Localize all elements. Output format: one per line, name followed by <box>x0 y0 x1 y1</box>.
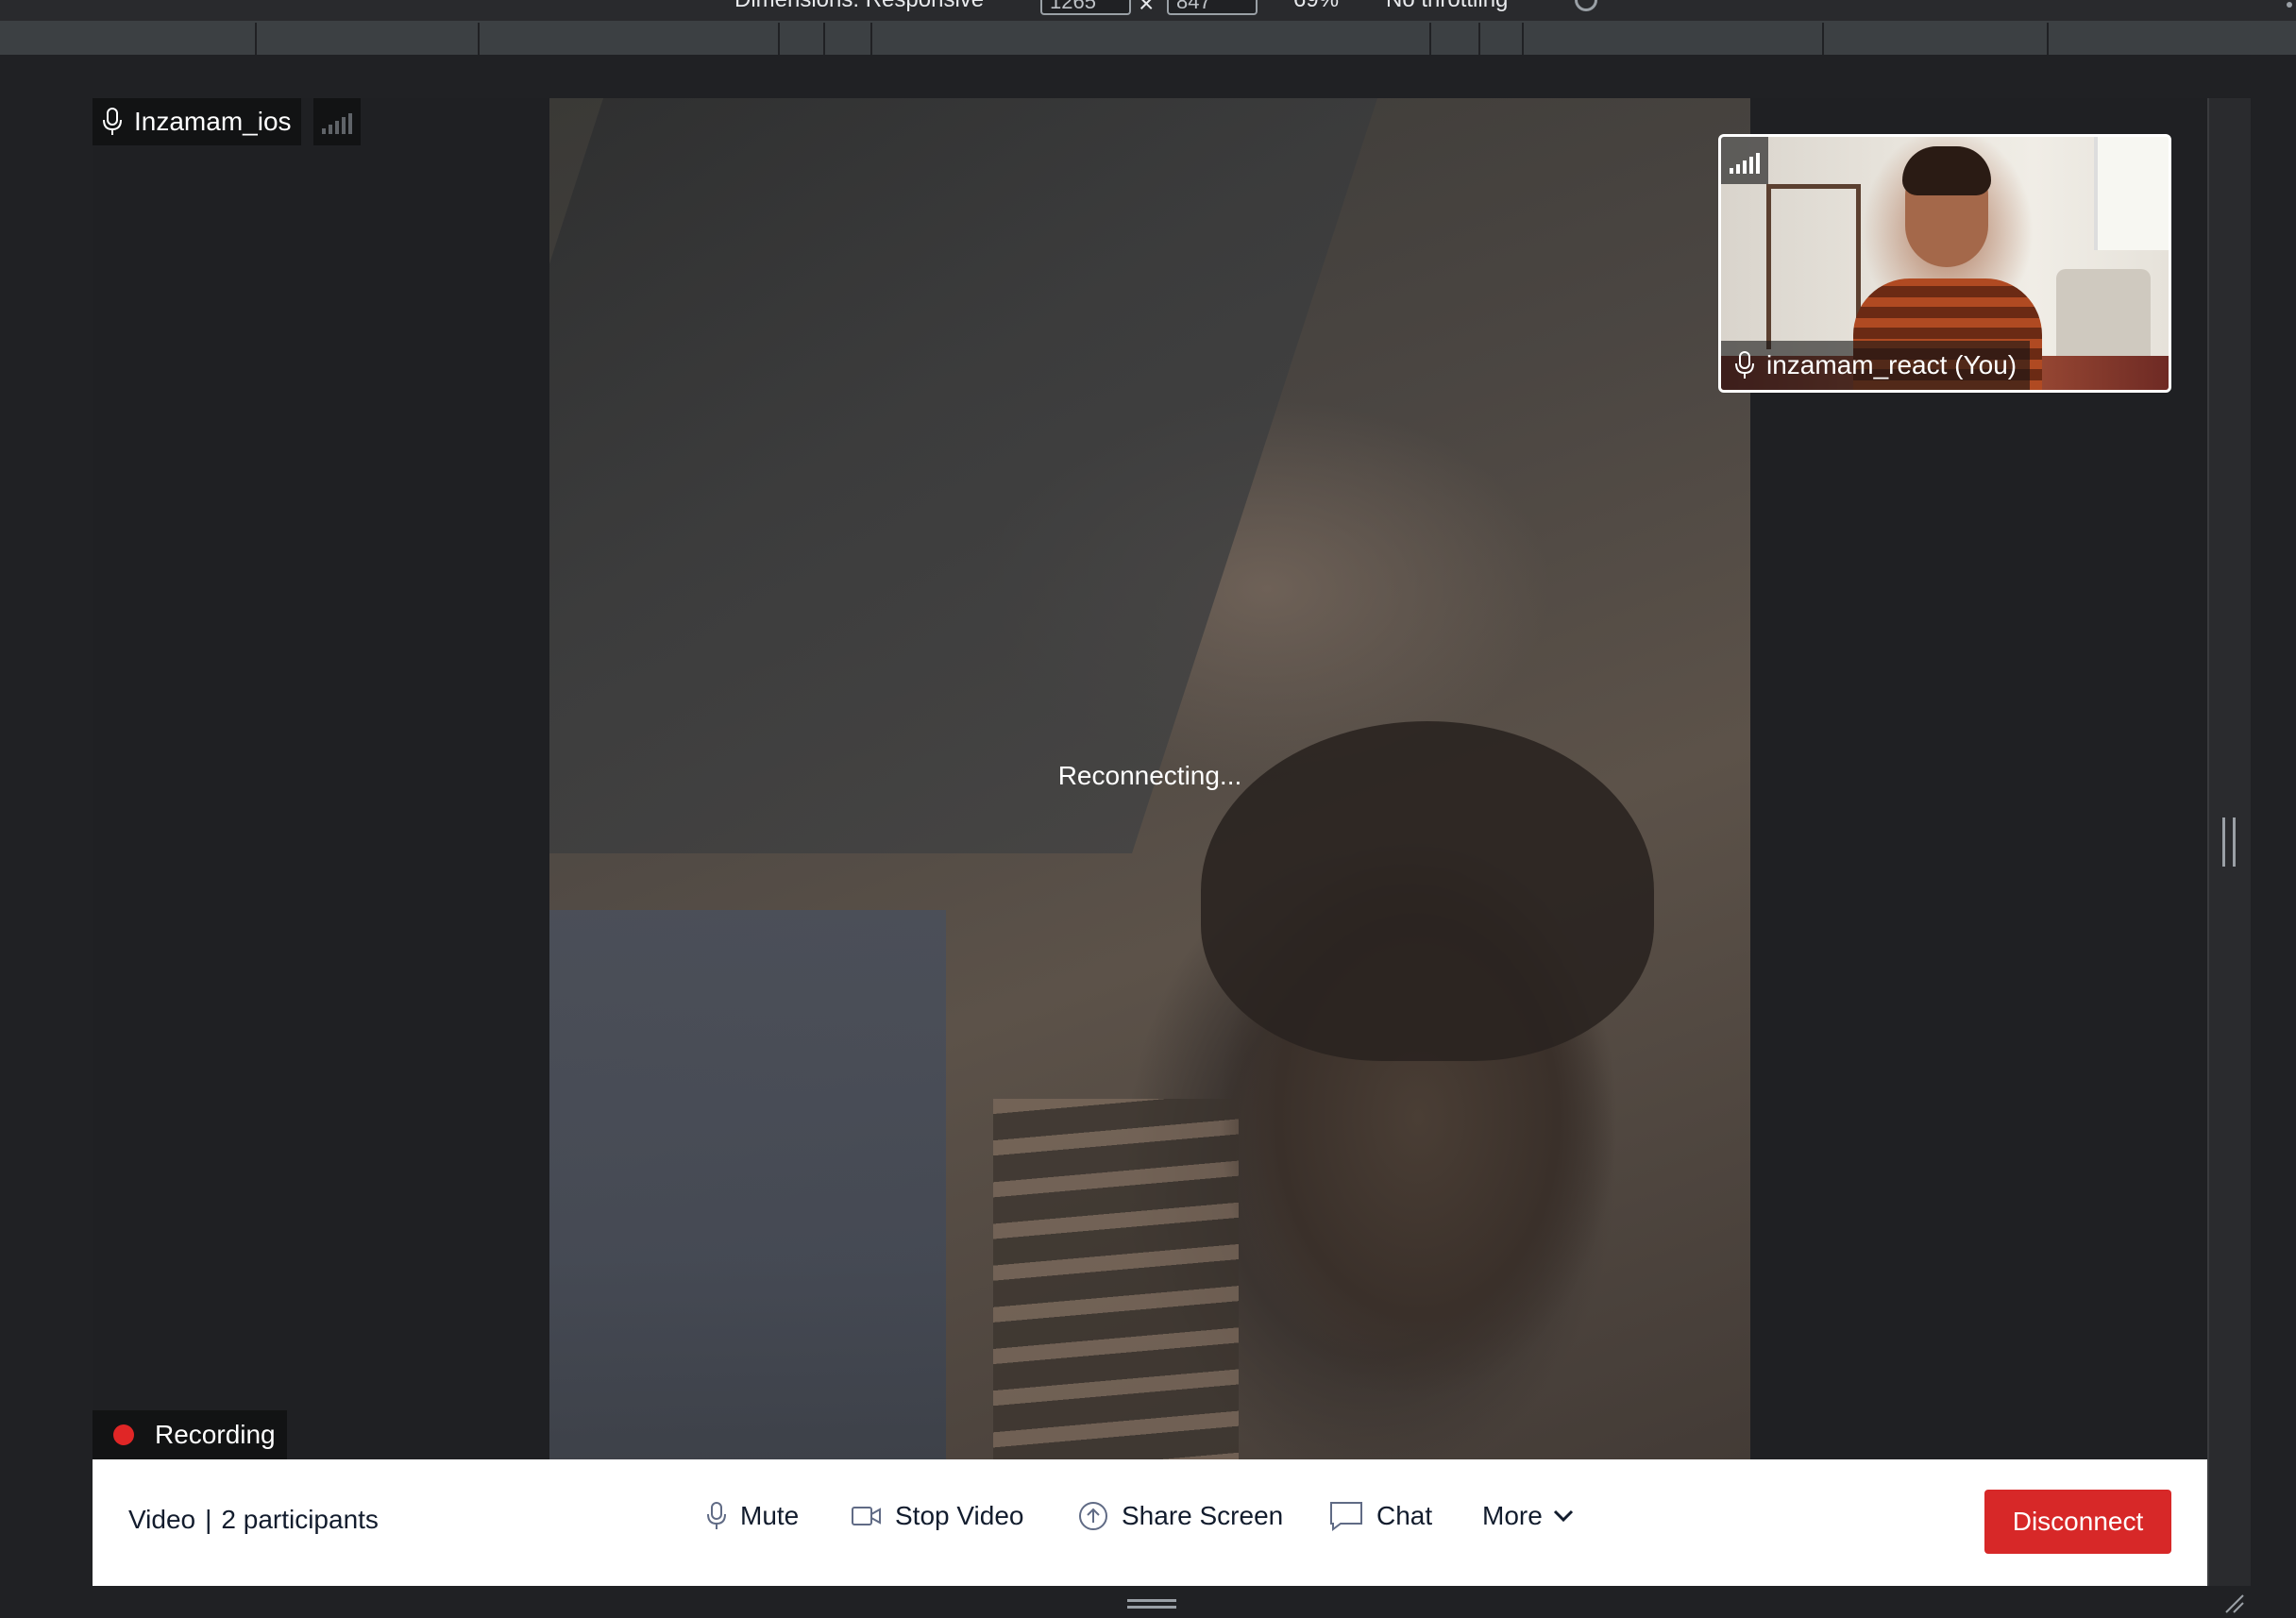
video-scene <box>2094 137 2169 250</box>
network-quality-icon <box>1721 137 1768 184</box>
more-options-icon[interactable] <box>2287 2 2292 8</box>
main-participant-video: Reconnecting... <box>549 98 1750 1459</box>
share-screen-label: Share Screen <box>1122 1501 1284 1530</box>
media-query-ruler <box>0 23 2296 55</box>
width-resize-handle[interactable] <box>2222 817 2236 867</box>
ruler-segment[interactable] <box>0 23 257 55</box>
device-height-input[interactable]: 847 <box>1167 0 1258 15</box>
local-participant-name: inzamam_react (You) <box>1766 350 2017 379</box>
device-viewport: Reconnecting... Inzamam_ios inzamam_reac… <box>93 98 2207 1586</box>
ruler-segment[interactable] <box>1431 23 1480 55</box>
stop-video-button[interactable]: Stop Video <box>852 1501 1024 1531</box>
more-button[interactable]: More <box>1482 1501 1575 1531</box>
microphone-icon <box>103 108 122 135</box>
participant-name: Inzamam_ios <box>134 107 292 136</box>
menu-bar: Video | 2 participants Mute Stop Video Sha… <box>93 1459 2207 1586</box>
chat-icon <box>1330 1502 1362 1531</box>
chevron-down-icon <box>1553 1509 1573 1523</box>
zoom-dropdown[interactable]: 69% <box>1293 0 1339 13</box>
ruler-segment[interactable] <box>780 23 825 55</box>
throttling-dropdown[interactable]: No throttling <box>1386 0 1508 13</box>
share-screen-icon <box>1079 1502 1107 1530</box>
more-label: More <box>1482 1501 1543 1530</box>
microphone-icon <box>707 1502 726 1529</box>
ruler-segment[interactable] <box>1824 23 2049 55</box>
local-participant-name-tag: inzamam_react (You) <box>1721 341 2031 390</box>
share-screen-button[interactable]: Share Screen <box>1078 1501 1283 1531</box>
device-width-input[interactable]: 1265 <box>1040 0 1131 15</box>
ruler-segment[interactable] <box>257 23 480 55</box>
ruler-segment[interactable] <box>2049 23 2296 55</box>
ruler-segment[interactable] <box>1524 23 1824 55</box>
recording-dot-icon <box>113 1424 134 1445</box>
video-scene <box>1902 146 1991 195</box>
mute-button[interactable]: Mute <box>706 1501 799 1531</box>
mute-label: Mute <box>740 1501 800 1530</box>
ruler-segment[interactable] <box>480 23 780 55</box>
recording-label: Recording <box>155 1420 276 1449</box>
recording-indicator: Recording <box>93 1410 287 1459</box>
ruler-segment[interactable] <box>872 23 1431 55</box>
ruler-segment[interactable] <box>825 23 872 55</box>
local-participant-tile[interactable]: inzamam_react (You) <box>1718 134 2171 393</box>
dimensions-dropdown[interactable]: Dimensions: Responsive <box>734 0 984 13</box>
video-scene <box>1766 184 1861 349</box>
reconnecting-message: Reconnecting... <box>1057 761 1242 790</box>
video-stage: Reconnecting... Inzamam_ios inzamam_reac… <box>93 98 2207 1459</box>
chat-button[interactable]: Chat <box>1329 1501 1432 1531</box>
room-type: Video <box>128 1505 196 1534</box>
rotate-icon[interactable] <box>1575 0 1597 11</box>
height-resize-handle[interactable] <box>1127 1599 1176 1609</box>
disconnect-button[interactable]: Disconnect <box>1984 1490 2171 1554</box>
main-participant-name-tag: Inzamam_ios <box>93 98 301 145</box>
times-icon: × <box>1139 0 1155 18</box>
participant-count: 2 participants <box>221 1505 379 1534</box>
chat-label: Chat <box>1376 1501 1433 1530</box>
room-info: Video | 2 participants <box>128 1505 379 1535</box>
microphone-icon <box>1735 351 1754 379</box>
devtools-device-toolbar: Dimensions: Responsive 1265 × 847 69% No… <box>0 0 2296 23</box>
network-quality-icon <box>313 98 361 145</box>
room-info-separator: | <box>205 1505 212 1534</box>
video-camera-icon <box>852 1507 881 1525</box>
corner-resize-grip-icon[interactable] <box>2224 1593 2245 1614</box>
stop-video-label: Stop Video <box>895 1501 1024 1530</box>
ruler-segment[interactable] <box>1480 23 1524 55</box>
video-scene <box>549 910 946 1459</box>
